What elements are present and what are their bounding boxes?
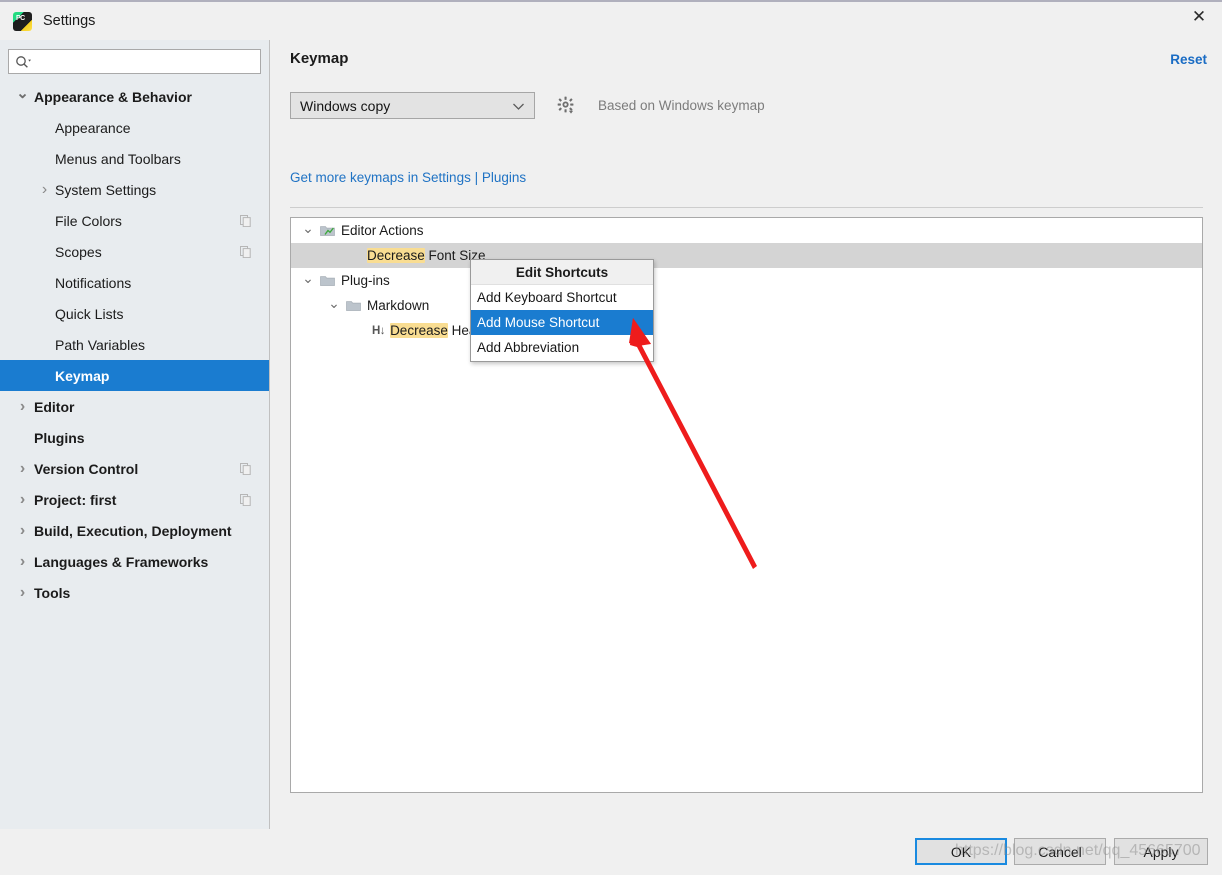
tree-row-decrease-header-level[interactable]: H↓Decrease Header Level bbox=[291, 318, 1202, 343]
sidebar-item-project-first[interactable]: Project: first bbox=[0, 484, 269, 515]
sidebar-item-system-settings[interactable]: System Settings bbox=[0, 174, 269, 205]
sidebar-item-version-control[interactable]: Version Control bbox=[0, 453, 269, 484]
chevron-right-icon[interactable] bbox=[14, 585, 31, 601]
folder-icon bbox=[346, 300, 361, 312]
sidebar-search-box[interactable] bbox=[8, 49, 261, 74]
sidebar-item-label: Build, Execution, Deployment bbox=[34, 522, 232, 539]
chevron-right-icon[interactable] bbox=[14, 492, 31, 508]
sidebar-item-label: Path Variables bbox=[55, 336, 146, 353]
project-scope-icon bbox=[240, 493, 251, 507]
tree-rows: Editor Actions Decrease Font Size Plug-ins… bbox=[291, 218, 1202, 343]
title-bar: Settings ✕ bbox=[0, 2, 1222, 40]
context-menu-items: Add Keyboard Shortcut Add Mouse Shortcut A… bbox=[471, 285, 653, 360]
tree-row-editor-actions[interactable]: Editor Actions bbox=[291, 218, 1202, 243]
sidebar-item-label: Quick Lists bbox=[55, 305, 124, 322]
sidebar-item-file-colors[interactable]: File Colors bbox=[0, 205, 269, 236]
sidebar-item-keymap[interactable]: Keymap bbox=[0, 360, 269, 391]
sidebar-item-label: Project: first bbox=[34, 491, 117, 508]
sidebar-item-label: System Settings bbox=[55, 181, 157, 198]
reset-link[interactable]: Reset bbox=[1170, 52, 1207, 67]
sidebar-item-languages-frameworks[interactable]: Languages & Frameworks bbox=[0, 546, 269, 577]
search-match-highlight: Decrease bbox=[390, 323, 448, 338]
keymap-selector-row: Windows copy Based on Windows keymap bbox=[290, 92, 765, 119]
cancel-button[interactable]: Cancel bbox=[1014, 838, 1106, 865]
edit-shortcuts-context-menu: Edit Shortcuts Add Keyboard Shortcut Add … bbox=[470, 259, 654, 362]
menu-item-add-mouse-shortcut[interactable]: Add Mouse Shortcut bbox=[471, 310, 653, 335]
heading-down-icon: H↓ bbox=[372, 324, 386, 337]
tree-row-label: Decrease Font Size bbox=[367, 248, 486, 263]
keymap-select[interactable]: Windows copy bbox=[290, 92, 535, 119]
sidebar-item-quick-lists[interactable]: Quick Lists bbox=[0, 298, 269, 329]
sidebar-item-label: Appearance bbox=[55, 119, 131, 136]
sidebar-item-label: Version Control bbox=[34, 460, 139, 477]
project-scope-icon bbox=[240, 214, 251, 228]
pycharm-logo-icon bbox=[13, 11, 32, 31]
chevron-right-icon[interactable] bbox=[14, 399, 31, 415]
sidebar-item-tools[interactable]: Tools bbox=[0, 577, 269, 608]
based-on-label: Based on Windows keymap bbox=[598, 98, 765, 113]
tree-row-label: Editor Actions bbox=[341, 223, 424, 238]
chevron-right-icon[interactable] bbox=[36, 182, 53, 198]
settings-sidebar: Appearance & Behavior Appearance Menus and… bbox=[0, 40, 270, 829]
folder-icon bbox=[320, 275, 335, 287]
sidebar-item-menus-and-toolbars[interactable]: Menus and Toolbars bbox=[0, 143, 269, 174]
sidebar-search-wrapper bbox=[0, 40, 269, 74]
sidebar-item-notifications[interactable]: Notifications bbox=[0, 267, 269, 298]
keymap-action-tree[interactable]: Editor Actions Decrease Font Size Plug-ins… bbox=[290, 217, 1203, 793]
keymap-select-value: Windows copy bbox=[300, 97, 391, 114]
chevron-down-icon bbox=[512, 99, 525, 114]
sidebar-item-appearance-behavior[interactable]: Appearance & Behavior bbox=[0, 81, 269, 112]
tree-row-label: Plug-ins bbox=[341, 273, 390, 288]
sidebar-item-label: Plugins bbox=[34, 429, 85, 446]
menu-item-add-keyboard-shortcut[interactable]: Add Keyboard Shortcut bbox=[471, 285, 653, 310]
sidebar-item-label: File Colors bbox=[55, 212, 122, 229]
chevron-down-icon[interactable] bbox=[14, 89, 31, 104]
tree-row-label: Markdown bbox=[367, 298, 430, 313]
ok-button[interactable]: OK bbox=[915, 838, 1007, 865]
editor-actions-folder-icon bbox=[320, 225, 335, 237]
menu-item-add-abbreviation[interactable]: Add Abbreviation bbox=[471, 335, 653, 360]
sidebar-item-label: Scopes bbox=[55, 243, 102, 260]
chevron-down-icon[interactable] bbox=[301, 224, 315, 238]
sidebar-item-label: Menus and Toolbars bbox=[55, 150, 181, 167]
project-scope-icon bbox=[240, 462, 251, 476]
settings-dialog: Settings ✕ Appearance & BehaviorAppearan… bbox=[0, 0, 1222, 875]
window-title: Settings bbox=[43, 13, 96, 29]
chevron-right-icon[interactable] bbox=[14, 554, 31, 570]
tree-row-markdown[interactable]: Markdown bbox=[291, 293, 1202, 318]
sidebar-item-list: Appearance & Behavior Appearance Menus and… bbox=[0, 81, 269, 608]
sidebar-item-path-variables[interactable]: Path Variables bbox=[0, 329, 269, 360]
chevron-down-icon[interactable] bbox=[327, 299, 341, 313]
chevron-right-icon[interactable] bbox=[14, 461, 31, 477]
search-icon bbox=[15, 55, 32, 68]
chevron-down-icon[interactable] bbox=[301, 274, 315, 288]
sidebar-item-editor[interactable]: Editor bbox=[0, 391, 269, 422]
sidebar-item-label: Notifications bbox=[55, 274, 132, 291]
dialog-footer: OK Cancel Apply bbox=[0, 829, 1222, 875]
gear-icon[interactable] bbox=[555, 95, 577, 117]
close-icon[interactable]: ✕ bbox=[1176, 2, 1222, 32]
sidebar-item-label: Editor bbox=[34, 398, 75, 415]
sidebar-item-build-execution-deployment[interactable]: Build, Execution, Deployment bbox=[0, 515, 269, 546]
chevron-right-icon[interactable] bbox=[14, 523, 31, 539]
page-title: Keymap bbox=[290, 50, 349, 67]
get-more-keymaps-link[interactable]: Get more keymaps in Settings | Plugins bbox=[290, 170, 526, 185]
apply-button[interactable]: Apply bbox=[1114, 838, 1208, 865]
context-menu-header: Edit Shortcuts bbox=[471, 260, 653, 285]
tree-row-plug-ins[interactable]: Plug-ins bbox=[291, 268, 1202, 293]
separator bbox=[290, 207, 1203, 208]
tree-row-decrease-font-size[interactable]: Decrease Font Size bbox=[291, 243, 1202, 268]
sidebar-item-label: Tools bbox=[34, 584, 71, 601]
project-scope-icon bbox=[240, 245, 251, 259]
sidebar-item-label: Languages & Frameworks bbox=[34, 553, 209, 570]
sidebar-item-appearance[interactable]: Appearance bbox=[0, 112, 269, 143]
sidebar-item-label: Keymap bbox=[55, 367, 110, 384]
sidebar-search-input[interactable] bbox=[34, 54, 254, 69]
sidebar-item-plugins[interactable]: Plugins bbox=[0, 422, 269, 453]
sidebar-item-label: Appearance & Behavior bbox=[34, 88, 192, 105]
search-match-highlight: Decrease bbox=[367, 248, 425, 263]
sidebar-item-scopes[interactable]: Scopes bbox=[0, 236, 269, 267]
